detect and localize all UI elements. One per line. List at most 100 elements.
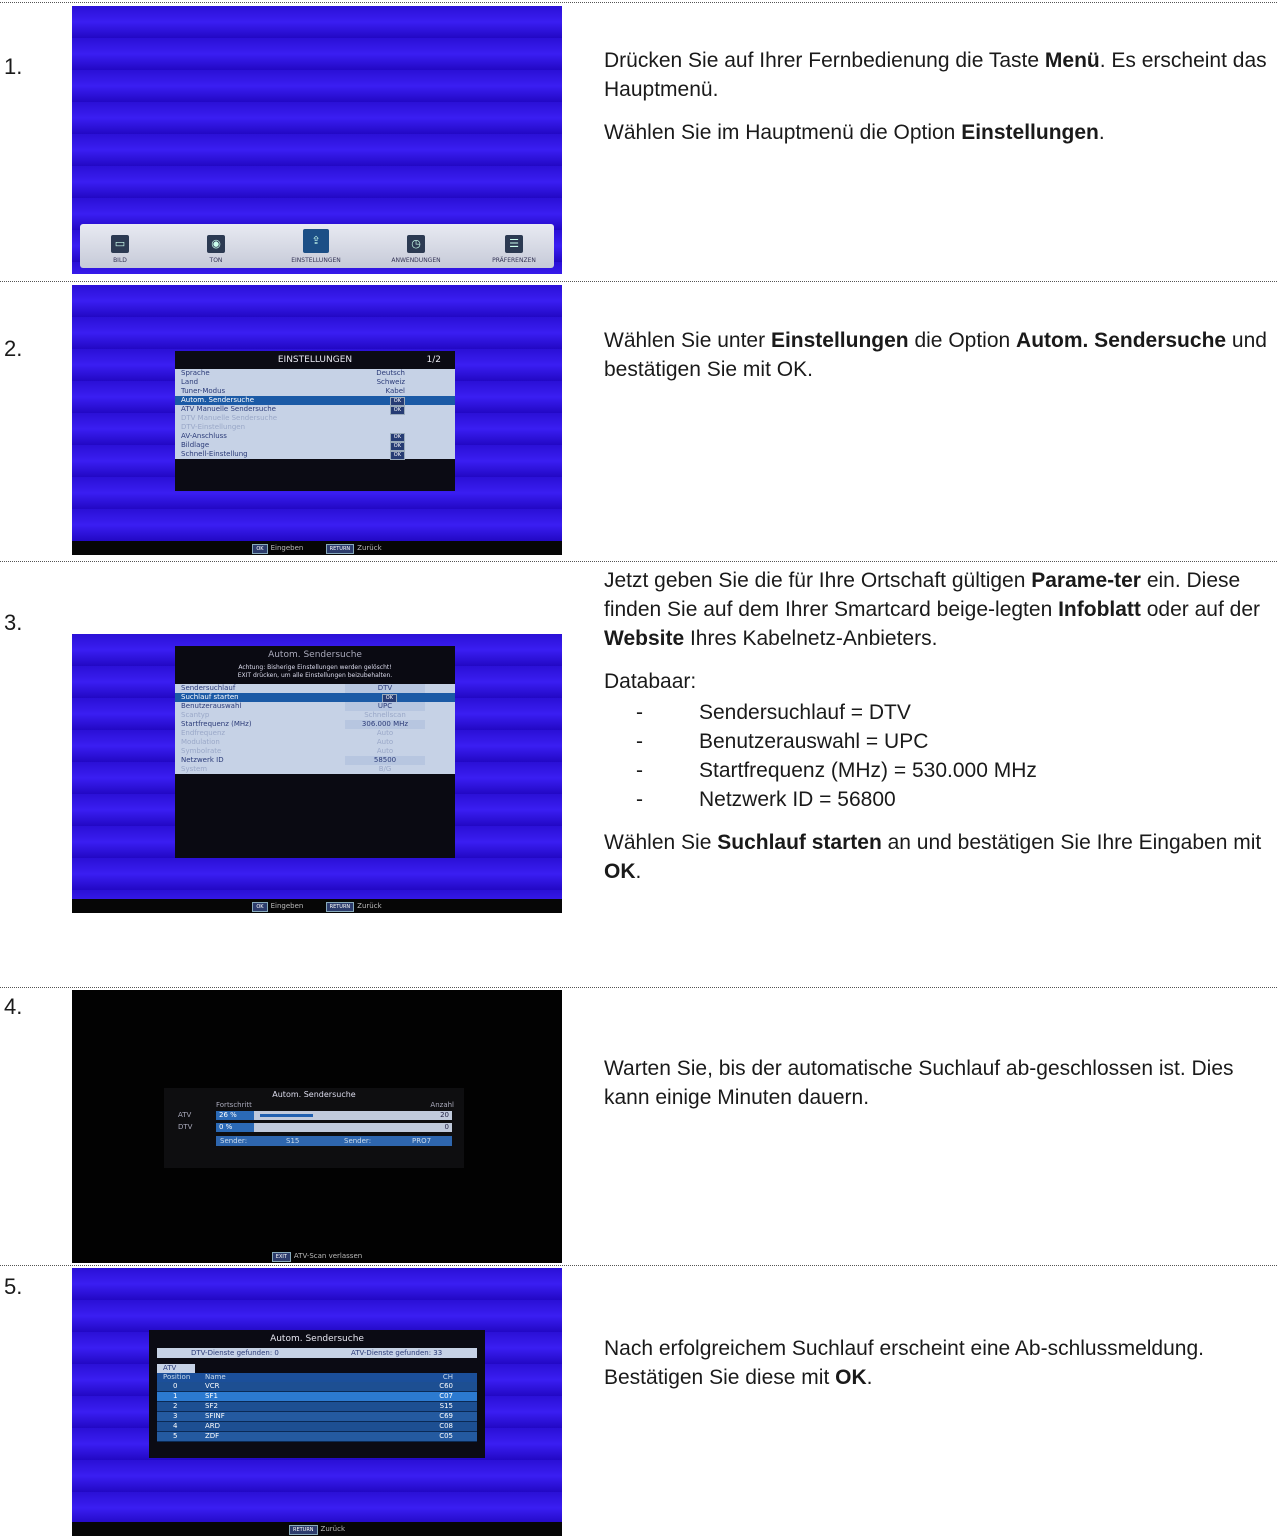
parameter-row[interactable]: System B/G [175, 765, 455, 774]
atv-label: ATV [178, 1111, 192, 1119]
settings-row[interactable]: DTV-Einstellungen [175, 423, 455, 432]
monitor-icon: ▭ [111, 235, 129, 253]
atv-progress-track: 26 % 20 [216, 1111, 452, 1120]
menu-item-anwendungen[interactable]: ◷ ANWENDUNGEN [376, 235, 456, 264]
found-summary: DTV-Dienste gefunden: 0 ATV-Dienste gefu… [157, 1348, 477, 1358]
table-row[interactable]: 3 SFINF C69 [157, 1412, 477, 1422]
dtv-label: DTV [178, 1123, 193, 1131]
table-row[interactable]: 4 ARD C08 [157, 1422, 477, 1432]
progress-label: Fortschritt [216, 1101, 252, 1109]
settings-row[interactable]: Bildlage OK [175, 441, 455, 451]
tv-screen-main-menu: ▭ BILD ◉ TON ⇪ EINSTELLUNGEN ◷ ANWENDUNG… [72, 6, 562, 274]
step-4-instructions: Warten Sie, bis der automatische Suchlau… [604, 1054, 1272, 1112]
paragraph: Wählen Sie unter Einstellungen die Optio… [604, 329, 1267, 381]
menu-item-bild[interactable]: ▭ BILD [80, 235, 160, 264]
warning-text: Achtung: Bisherige Einstellungen werden … [237, 664, 393, 679]
settings-list: Sprache Deutsch Land Schweiz Tuner-Modus Kabe… [175, 369, 455, 460]
parameter-row[interactable]: Startfrequenz (MHz) 306.000 MHz [175, 720, 455, 729]
sendersuche-panel: Autom. Sendersuche Achtung: Bisherige Ei… [175, 646, 455, 858]
parameter-row[interactable]: Modulation Auto [175, 738, 455, 747]
settings-row[interactable]: Schnell-Einstellung OK [175, 450, 455, 460]
settings-row[interactable]: ATV Manuelle Sendersuche OK [175, 405, 455, 415]
step-number-5: 5. [4, 1274, 23, 1299]
remote-hint-bar: OK Eingeben RETURN Zurück [72, 541, 562, 555]
settings-row[interactable]: DTV Manuelle Sendersuche [175, 414, 455, 423]
sender-status-bar: Sender: S15 Sender: PRO7 [216, 1136, 452, 1146]
panel-title: Autom. Sendersuche [272, 1090, 356, 1099]
panel-title: Autom. Sendersuche [270, 1334, 364, 1344]
step-5-instructions: Nach erfolgreichem Suchlauf erscheint ei… [604, 1334, 1272, 1392]
step-number-2: 2. [4, 336, 23, 361]
settings-row[interactable]: Land Schweiz [175, 378, 455, 387]
panel-title: Autom. Sendersuche [268, 650, 362, 660]
tv-screen-scan-progress: Autom. Sendersuche Fortschritt Anzahl AT… [72, 990, 562, 1263]
atv-percent-box: 26 % [216, 1111, 254, 1120]
step-2-instructions: Wählen Sie unter Einstellungen die Optio… [604, 326, 1272, 384]
list-item: - Startfrequenz (MHz) = 530.000 MHz [636, 759, 1037, 782]
table-row[interactable]: 2 SF2 S15 [157, 1402, 477, 1412]
table-row[interactable]: 1 SF1 C07 [157, 1392, 477, 1402]
tv-screen-autom-sendersuche: Autom. Sendersuche Achtung: Bisherige Ei… [72, 634, 562, 913]
remote-hint-bar: OK Eingeben RETURN Zurück [72, 899, 562, 913]
step-3-instructions: Jetzt geben Sie die für Ihre Ortschaft g… [604, 566, 1272, 886]
remote-hint-bar: EXIT ATV-Scan verlassen [72, 1249, 562, 1263]
parameter-list: Sendersuchlauf DTV Suchlauf starten OK Benut… [175, 684, 455, 774]
dtv-progress-track: 0 % 0 [216, 1123, 452, 1132]
channel-table-header: Position Name CH [157, 1373, 477, 1382]
settings-row[interactable]: Sprache Deutsch [175, 369, 455, 378]
menu-item-ton[interactable]: ◉ TON [176, 235, 256, 264]
table-row[interactable]: 0 VCR C60 [157, 1382, 477, 1392]
paragraph: Warten Sie, bis der automatische Suchlau… [604, 1057, 1234, 1109]
ok-badge: OK [389, 451, 405, 460]
list-icon: ☰ [505, 235, 523, 253]
settings-row[interactable]: AV-Anschluss OK [175, 432, 455, 442]
row-separator [0, 2, 1277, 3]
panel-title: EINSTELLUNGEN 1/2 [277, 355, 441, 365]
step-number-4: 4. [4, 994, 23, 1019]
row-separator [0, 561, 1277, 562]
table-row[interactable]: 5 ZDF C05 [157, 1432, 477, 1442]
parameter-row[interactable]: Endfrequenz Auto [175, 729, 455, 738]
timer-icon: ◷ [407, 235, 425, 253]
parameter-row[interactable]: Suchlauf starten OK [175, 693, 455, 703]
paragraph: Wählen Sie Suchlauf starten an und bestä… [604, 831, 1262, 883]
main-menu-bar: ▭ BILD ◉ TON ⇪ EINSTELLUNGEN ◷ ANWENDUNG… [80, 224, 554, 268]
menu-item-einstellungen[interactable]: ⇪ EINSTELLUNGEN [276, 229, 356, 264]
paragraph: Jetzt geben Sie die für Ihre Ortschaft g… [604, 569, 1260, 650]
speaker-icon: ◉ [207, 235, 225, 253]
paragraph: Drücken Sie auf Ihrer Fernbedienung die … [604, 49, 1267, 101]
parameter-row[interactable]: Netzwerk ID 58500 [175, 756, 455, 765]
progress-panel: Autom. Sendersuche Fortschritt Anzahl AT… [164, 1088, 464, 1168]
list-item: - Netzwerk ID = 56800 [636, 788, 896, 811]
tv-screen-scan-result: Autom. Sendersuche DTV-Dienste gefunden:… [72, 1268, 562, 1536]
list-item: - Sendersuchlauf = DTV [636, 701, 911, 724]
settings-row[interactable]: Autom. Sendersuche OK [175, 396, 455, 406]
parameter-list: - Sendersuchlauf = DTV - Benutzerauswahl = … [604, 698, 1272, 814]
step-number-3: 3. [4, 610, 23, 635]
row-separator [0, 281, 1277, 282]
list-item: - Benutzerauswahl = UPC [636, 730, 929, 753]
paragraph: Databaar: [604, 670, 697, 693]
parameter-row[interactable]: Symbolrate Auto [175, 747, 455, 756]
count-label: Anzahl [430, 1101, 454, 1109]
parameter-row[interactable]: Sendersuchlauf DTV [175, 684, 455, 693]
paragraph: Nach erfolgreichem Suchlauf erscheint ei… [604, 1337, 1204, 1389]
remote-hint-bar: RETURN Zurück [72, 1522, 562, 1536]
row-separator [0, 1265, 1277, 1266]
step-1-instructions: Drücken Sie auf Ihrer Fernbedienung die … [604, 46, 1272, 147]
parameter-row[interactable]: Benutzerauswahl UPC [175, 702, 455, 711]
menu-item-praeferenzen[interactable]: ☰ PRÄFERENZEN [474, 235, 554, 264]
atv-count: 20 [440, 1111, 449, 1119]
step-number-1: 1. [4, 54, 23, 79]
paragraph: Wählen Sie im Hauptmenü die Option Einst… [604, 121, 1105, 144]
settings-row[interactable]: Tuner-Modus Kabel [175, 387, 455, 396]
atv-progress-fill [260, 1114, 313, 1117]
parameter-row[interactable]: Scantyp Schnellscan [175, 711, 455, 720]
row-separator [0, 987, 1277, 988]
einstellungen-panel: EINSTELLUNGEN 1/2 Sprache Deutsch Land Schw… [175, 351, 455, 491]
tab-atv[interactable]: ATV [157, 1364, 195, 1373]
dtv-percent-box: 0 % [216, 1123, 254, 1132]
channel-table: 0 VCR C60 1 SF1 C07 2 SF2 S15 3 SFINF C69 4 ARD C08 5 ZD… [157, 1382, 477, 1442]
tv-screen-einstellungen: EINSTELLUNGEN 1/2 Sprache Deutsch Land Schw… [72, 285, 562, 555]
settings-box-icon: ⇪ [303, 229, 329, 253]
